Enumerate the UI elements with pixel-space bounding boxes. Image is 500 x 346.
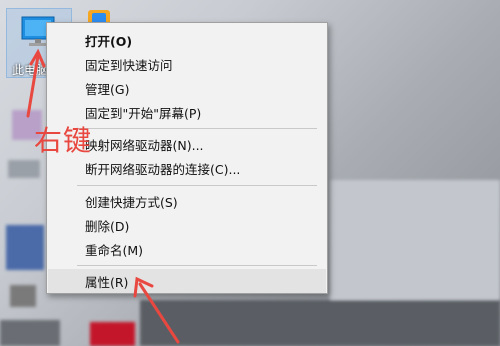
desktop-background: 此电脑 打开(O) 固定到快速访问 管理(G) 固定到"开始"屏幕(P) 映射网… (0, 0, 500, 346)
arrow-to-properties (138, 282, 180, 344)
arrow-to-this-pc (26, 54, 40, 118)
annotation-arrows (26, 48, 180, 344)
annotation-text: 右键 (34, 124, 93, 157)
